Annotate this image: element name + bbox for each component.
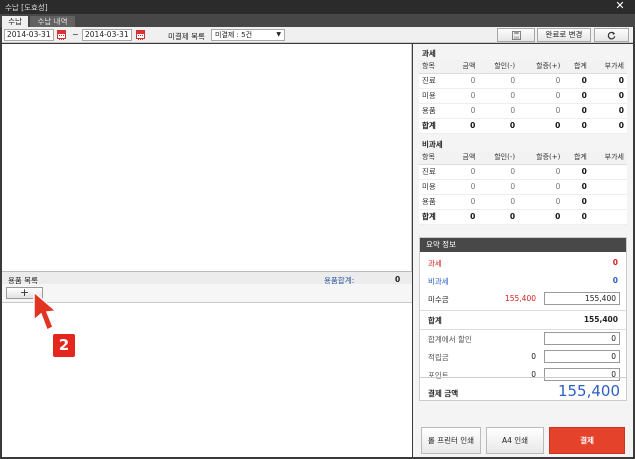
taxable-table: 항목 금액 할인(-) 할증(+) 합계 부가세 진료 0 0 0 0 0 미용 0 0 0 0 0… <box>419 60 627 134</box>
col-header: 항목 <box>419 60 452 74</box>
close-icon[interactable]: ✕ <box>605 0 635 13</box>
unpaid-list-label: 미결제 목록 <box>168 32 205 41</box>
tab-payment-history[interactable]: 수납 내역 <box>30 16 75 27</box>
col-header: 할인(-) <box>478 60 519 74</box>
mouse-cursor-icon <box>33 290 58 332</box>
col-header: 합계 <box>563 151 590 165</box>
col-header: 부가세 <box>589 151 627 165</box>
col-header: 합계 <box>563 60 590 74</box>
tab-payment[interactable]: 수납 <box>2 16 28 27</box>
date-range-separator: ~ <box>72 30 79 39</box>
taxable-title: 과세 <box>422 49 436 58</box>
table-row: 미용 0 0 0 0 0 <box>419 88 627 104</box>
pay-amount-value: 155,400 <box>557 382 620 400</box>
window-title: 수납 [도효성] <box>5 3 48 12</box>
col-header: 할증(+) <box>518 151 564 165</box>
points-input[interactable]: 0 <box>544 350 620 363</box>
chevron-down-icon: ▼ <box>276 31 281 38</box>
end-date-input[interactable]: 2014-03-31 <box>82 29 132 41</box>
nontaxable-table: 항목 금액 할인(-) 할증(+) 합계 부가세 진료 0 0 0 0 미용 0 0 0 0 용… <box>419 151 627 225</box>
product-sum-value: 0 <box>395 275 401 284</box>
refresh-button[interactable] <box>594 28 629 42</box>
unpaid-list-select[interactable]: 미결제 : 5건 ▼ <box>211 29 285 41</box>
roll-print-button[interactable]: 롤 프린터 인쇄 <box>421 427 481 454</box>
unpaid-select-value: 미결제 : 5건 <box>215 31 253 39</box>
col-header: 금액 <box>451 60 479 74</box>
summary-taxable-row: 과세 0 <box>428 258 618 268</box>
a4-print-button[interactable]: A4 인쇄 <box>486 427 544 454</box>
nontaxable-title: 비과세 <box>422 140 443 149</box>
pay-button[interactable]: 결제 <box>549 427 625 454</box>
product-list-header: 용품 목록 용품합계: 0 <box>2 271 412 285</box>
col-header: 부가세 <box>589 60 627 74</box>
summary-receivable-row: 미수금 155,400 155,400 <box>420 290 626 308</box>
left-panel: 용품 목록 용품합계: 0 + <box>2 44 412 457</box>
table-row: 진료 0 0 0 0 0 <box>419 73 627 89</box>
table-row: 용품 0 0 0 0 0 <box>419 103 627 119</box>
summary-title: 요약 정보 <box>420 238 626 252</box>
discount-input[interactable]: 0 <box>544 332 620 345</box>
table-row: 합계 0 0 0 0 0 <box>419 118 627 134</box>
col-header: 금액 <box>451 151 479 165</box>
col-header: 항목 <box>419 151 452 165</box>
tab-bar: 수납 수납 내역 <box>0 14 635 27</box>
complete-button[interactable]: 완료로 변경 <box>537 28 591 42</box>
pay-amount-label: 결제 금액 <box>428 389 459 398</box>
product-toolbar: + <box>2 284 412 303</box>
floppy-icon <box>511 31 521 40</box>
summary-points-row: 적립금 0 0 <box>420 348 626 366</box>
save-button[interactable] <box>497 28 535 42</box>
point-input[interactable]: 0 <box>544 368 620 381</box>
summary-total-row: 합계 155,400 <box>428 315 618 325</box>
refresh-icon <box>607 31 616 40</box>
table-row: 미용 0 0 0 0 <box>419 179 627 195</box>
summary-nontaxable-row: 비과세 0 <box>428 276 618 286</box>
step-badge: 2 <box>53 334 75 357</box>
start-date-input[interactable]: 2014-03-31 <box>4 29 54 41</box>
right-panel: 과세 항목 금액 할인(-) 할증(+) 합계 부가세 진료 0 0 0 0 0 미용 0 0… <box>413 44 633 457</box>
table-row: 진료 0 0 0 0 <box>419 164 627 180</box>
col-header: 할인(-) <box>478 151 519 165</box>
treatment-list-area <box>2 44 412 271</box>
table-row: 용품 0 0 0 0 <box>419 194 627 210</box>
summary-discount-row: 합계에서 할인 0 <box>420 330 626 348</box>
table-row: 합계 0 0 0 0 <box>419 209 627 225</box>
toolbar: 2014-03-31 ~ 2014-03-31 미결제 목록 미결제 : 5건 … <box>2 27 633 43</box>
divider <box>419 377 627 378</box>
receivable-input[interactable]: 155,400 <box>544 292 620 305</box>
calendar-icon[interactable] <box>136 30 145 40</box>
title-bar: 수납 [도효성] ✕ <box>0 0 635 14</box>
col-header: 할증(+) <box>518 60 564 74</box>
calendar-icon[interactable] <box>57 30 66 40</box>
